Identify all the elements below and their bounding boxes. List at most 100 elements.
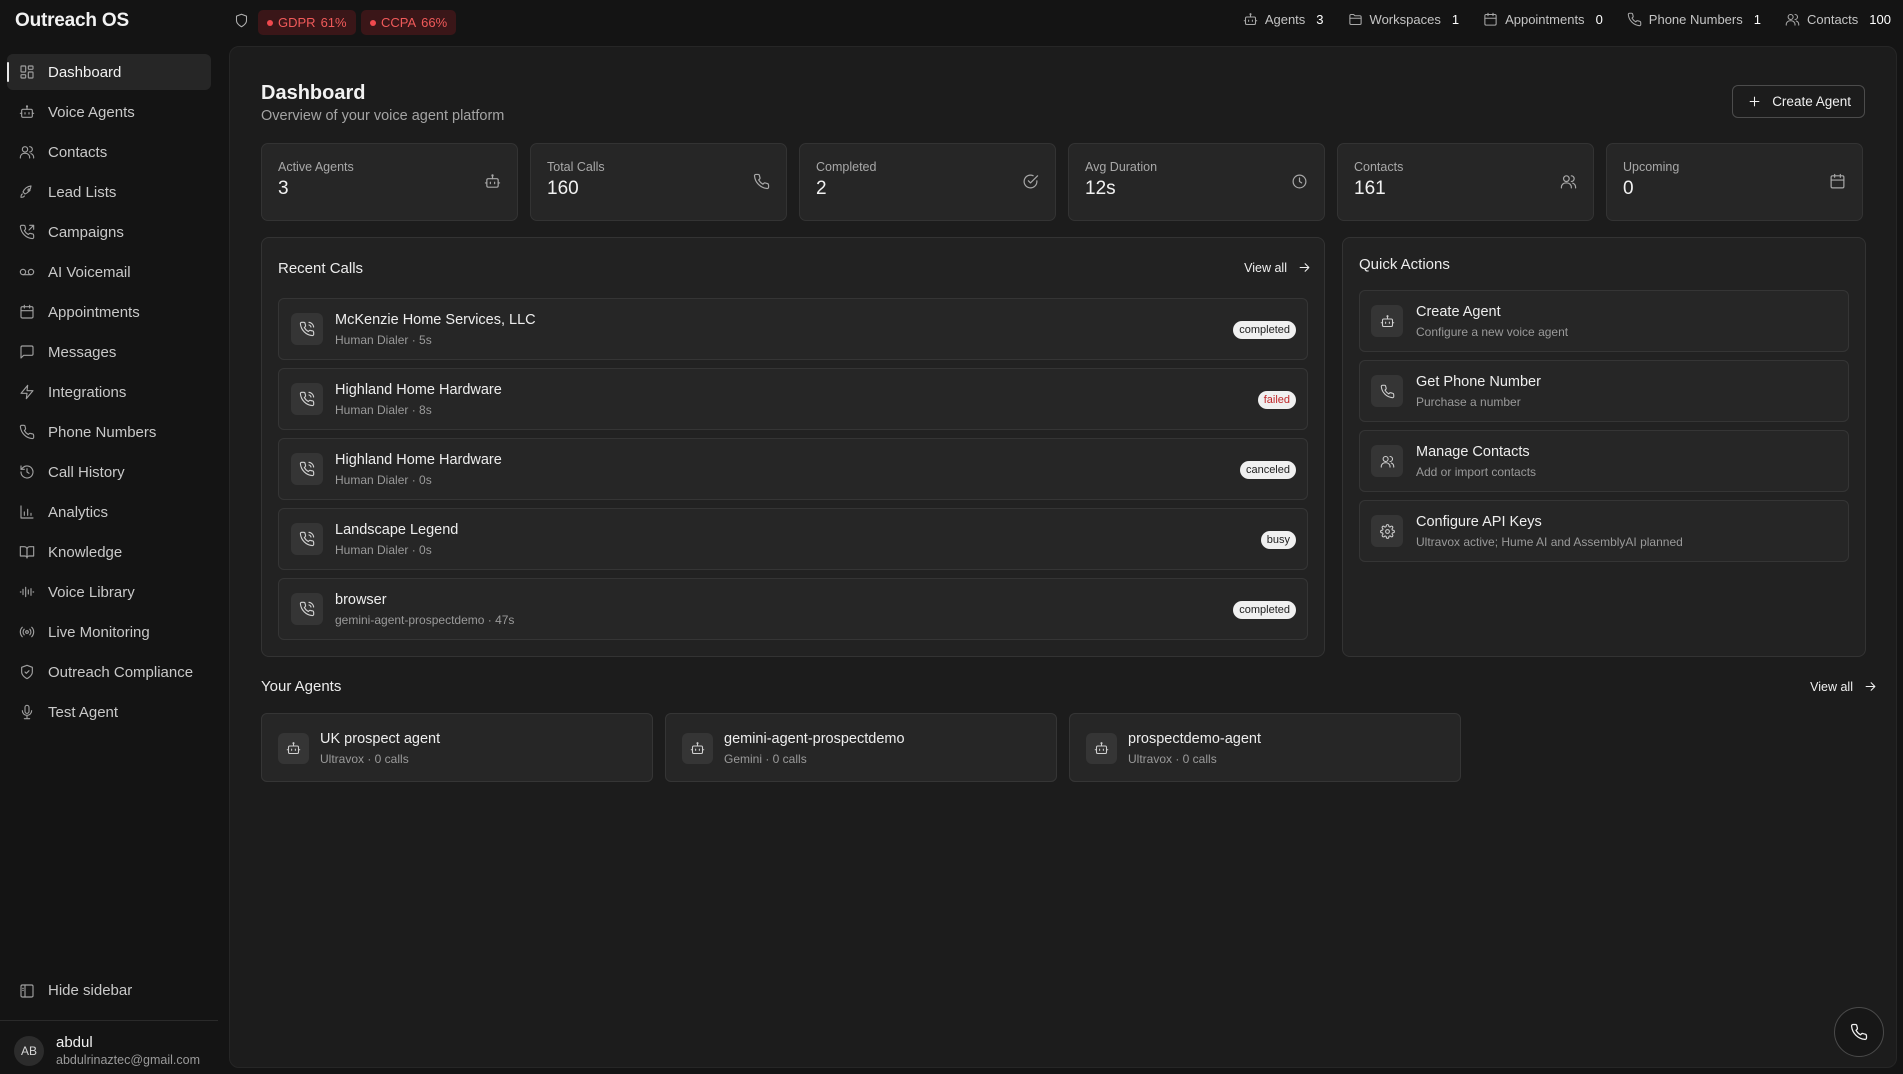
bot-icon [1243, 12, 1258, 27]
users-icon [19, 144, 35, 160]
sidebar-item-label: Phone Numbers [48, 423, 157, 441]
status-badge: canceled [1239, 461, 1296, 479]
card-label: Avg Duration [1085, 160, 1158, 174]
call-name: Landscape Legend [335, 522, 459, 538]
sidebar-item-label: Messages [48, 343, 117, 361]
sidebar-item-label: Contacts [48, 143, 108, 161]
users-icon [1371, 445, 1403, 477]
gdpr-badge[interactable]: GDPR 61% [258, 10, 356, 35]
sidebar-item-label: Dashboard [48, 63, 122, 81]
quick-action-manage-contacts[interactable]: Manage Contacts Add or import contacts [1359, 430, 1849, 492]
stat-phone-numbers[interactable]: Phone Numbers 1 [1627, 12, 1761, 27]
user-email: abdulrinaztec@gmail.com [56, 1053, 201, 1067]
sidebar-item-outreach-compliance[interactable]: Outreach Compliance [7, 654, 211, 690]
ccpa-badge[interactable]: CCPA 66% [361, 10, 457, 35]
sidebar-item-voice-agents[interactable]: Voice Agents [7, 94, 211, 130]
sidebar-item-test-agent[interactable]: Test Agent [7, 694, 211, 730]
bot-icon [278, 733, 309, 764]
stat-agents[interactable]: Agents 3 [1243, 12, 1324, 27]
call-row[interactable]: Landscape Legend Human Dialer · 0s busy [278, 508, 1308, 570]
quick-actions-list: Create Agent Configure a new voice agent… [1359, 290, 1849, 570]
your-agents-title: Your Agents [261, 678, 342, 695]
call-list: McKenzie Home Services, LLC Human Dialer… [278, 298, 1308, 648]
sidebar-item-knowledge[interactable]: Knowledge [7, 534, 211, 570]
sidebar-item-label: Voice Library [48, 583, 135, 601]
sidebar-item-campaigns[interactable]: Campaigns [7, 214, 211, 250]
quick-action-configure-api-keys[interactable]: Configure API Keys Ultravox active; Hume… [1359, 500, 1849, 562]
hide-sidebar-button[interactable]: Hide sidebar [19, 982, 132, 999]
sidebar-item-label: Test Agent [48, 703, 119, 721]
quick-action-name: Configure API Keys [1416, 514, 1542, 530]
view-all-agents-link[interactable]: View all [1810, 679, 1878, 694]
quick-action-create-agent[interactable]: Create Agent Configure a new voice agent [1359, 290, 1849, 352]
gdpr-value: 61% [320, 15, 347, 30]
quick-action-desc: Configure a new voice agent [1416, 325, 1569, 339]
quick-action-get-phone-number[interactable]: Get Phone Number Purchase a number [1359, 360, 1849, 422]
call-row[interactable]: Highland Home Hardware Human Dialer · 0s… [278, 438, 1308, 500]
quick-action-desc: Add or import contacts [1416, 465, 1537, 479]
agent-card[interactable]: UK prospect agent Ultravox · 0 calls [261, 713, 653, 782]
sidebar-item-dashboard[interactable]: Dashboard [7, 54, 211, 90]
sidebar-item-label: Outreach Compliance [48, 663, 194, 681]
call-name: McKenzie Home Services, LLC [335, 312, 536, 328]
bot-icon [1371, 305, 1403, 337]
stat-workspaces[interactable]: Workspaces 1 [1348, 12, 1459, 27]
floating-call-button[interactable] [1834, 1007, 1884, 1057]
plus-icon [1747, 94, 1762, 109]
sidebar-item-phone-numbers[interactable]: Phone Numbers [7, 414, 211, 450]
app-title[interactable]: Outreach OS [15, 10, 129, 32]
sidebar-item-integrations[interactable]: Integrations [7, 374, 211, 410]
agent-card[interactable]: gemini-agent-prospectdemo Gemini · 0 cal… [665, 713, 1057, 782]
stat-label: Agents [1264, 12, 1306, 27]
user-menu[interactable]: AB abdul abdulrinaztec@gmail.com [14, 1034, 200, 1067]
create-agent-button[interactable]: Create Agent [1732, 85, 1865, 118]
sidebar-item-label: Knowledge [48, 543, 123, 561]
sidebar-item-messages[interactable]: Messages [7, 334, 211, 370]
sidebar-item-voice-library[interactable]: Voice Library [7, 574, 211, 610]
card-label: Completed [816, 160, 877, 174]
card-value: 12s [1085, 178, 1116, 199]
recent-calls-panel: Recent Calls View all McKenzie Home Serv… [261, 237, 1325, 657]
broadcast-icon [19, 624, 35, 640]
status-badge: busy [1260, 531, 1296, 549]
shield-check-icon [19, 664, 35, 680]
call-row[interactable]: browser gemini-agent-prospectdemo · 47s … [278, 578, 1308, 640]
sidebar-item-appointments[interactable]: Appointments [7, 294, 211, 330]
stat-card-total-calls: Total Calls 160 [530, 143, 787, 221]
sidebar-item-analytics[interactable]: Analytics [7, 494, 211, 530]
stat-label: Appointments [1505, 12, 1585, 27]
status-badge: failed [1257, 391, 1296, 409]
agent-card[interactable]: prospectdemo-agent Ultravox · 0 calls [1069, 713, 1461, 782]
sidebar-item-call-history[interactable]: Call History [7, 454, 211, 490]
sidebar-item-live-monitoring[interactable]: Live Monitoring [7, 614, 211, 650]
card-value: 3 [278, 178, 289, 199]
quick-action-desc: Purchase a number [1416, 395, 1521, 409]
call-meta: gemini-agent-prospectdemo · 47s [335, 613, 515, 627]
sidebar-item-ai-voicemail[interactable]: AI Voicemail [7, 254, 211, 290]
phone-call-icon [291, 523, 323, 555]
arrow-right-icon [1297, 260, 1312, 275]
call-name: browser [335, 592, 387, 608]
history-icon [19, 464, 35, 480]
sidebar: Dashboard Voice Agents Contacts Lead Lis… [0, 44, 218, 1074]
stat-contacts[interactable]: Contacts 100 [1785, 12, 1891, 27]
phone-call-icon [291, 313, 323, 345]
phone-call-icon [291, 453, 323, 485]
call-name: Highland Home Hardware [335, 382, 502, 398]
status-badge: completed [1233, 601, 1296, 619]
view-all-calls-link[interactable]: View all [1244, 260, 1312, 275]
agent-name: prospectdemo-agent [1128, 731, 1261, 747]
stat-appointments[interactable]: Appointments 0 [1483, 12, 1603, 27]
waveform-icon [19, 584, 35, 600]
top-stats: Agents 3 Workspaces 1 Appointments 0 Pho… [1243, 12, 1891, 27]
arrow-right-icon [1863, 679, 1878, 694]
call-row[interactable]: Highland Home Hardware Human Dialer · 8s… [278, 368, 1308, 430]
stat-label: Workspaces [1369, 12, 1441, 27]
agent-meta: Ultravox · 0 calls [1128, 752, 1217, 766]
calendar-icon [1829, 173, 1846, 190]
call-row[interactable]: McKenzie Home Services, LLC Human Dialer… [278, 298, 1308, 360]
sidebar-item-contacts[interactable]: Contacts [7, 134, 211, 170]
sidebar-item-lead-lists[interactable]: Lead Lists [7, 174, 211, 210]
gear-icon [1371, 515, 1403, 547]
phone-call-icon [291, 593, 323, 625]
